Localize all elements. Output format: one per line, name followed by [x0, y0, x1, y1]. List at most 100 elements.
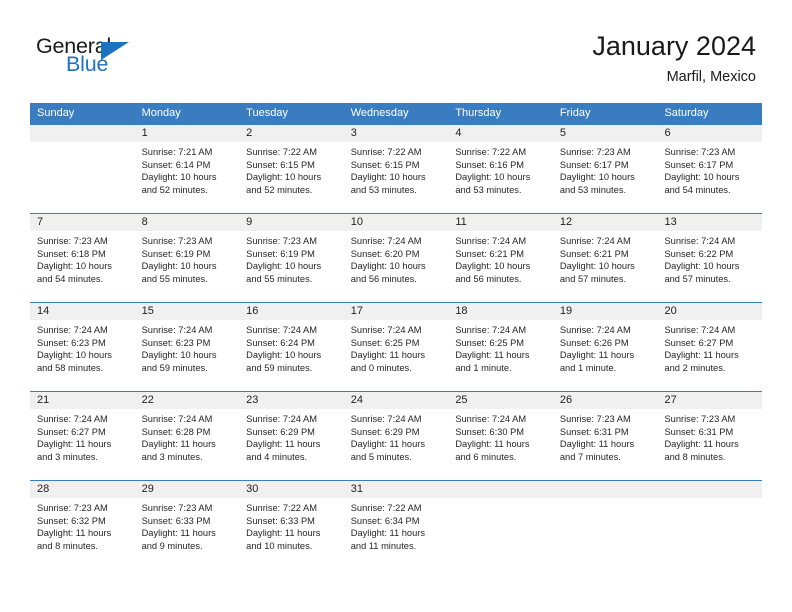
sunset-text: Sunset: 6:16 PM — [455, 159, 525, 170]
day-cell[interactable]: 13 Sunrise: 7:24 AM Sunset: 6:22 PM Dayl… — [657, 214, 763, 302]
daylight-text: Daylight: 11 hours and 9 minutes. — [141, 528, 216, 551]
sunrise-text: Sunrise: 7:22 AM — [455, 147, 527, 157]
sunrise-text: Sunrise: 7:24 AM — [664, 236, 736, 246]
sunset-text: Sunset: 6:32 PM — [37, 515, 106, 526]
day-number: 19 — [552, 303, 658, 320]
sunset-text: Sunset: 6:20 PM — [350, 248, 420, 259]
day-cell[interactable]: 9 Sunrise: 7:23 AM Sunset: 6:19 PM Dayli… — [239, 214, 344, 302]
day-details: Sunrise: 7:24 AM Sunset: 6:20 PM Dayligh… — [344, 231, 449, 285]
day-details: Sunrise: 7:24 AM Sunset: 6:26 PM Dayligh… — [553, 320, 658, 374]
day-cell[interactable]: 30 Sunrise: 7:22 AM Sunset: 6:33 PM Dayl… — [239, 481, 344, 569]
day-details: Sunrise: 7:21 AM Sunset: 6:14 PM Dayligh… — [135, 142, 240, 196]
day-cell[interactable]: 6 Sunrise: 7:23 AM Sunset: 6:17 PM Dayli… — [657, 125, 763, 213]
day-cell[interactable]: 19 Sunrise: 7:24 AM Sunset: 6:26 PM Dayl… — [552, 303, 658, 391]
day-cell[interactable]: 7 Sunrise: 7:23 AM Sunset: 6:18 PM Dayli… — [30, 214, 135, 302]
day-number: 2 — [239, 125, 344, 142]
sunset-text: Sunset: 6:22 PM — [664, 248, 734, 259]
day-cell[interactable]: 20 Sunrise: 7:24 AM Sunset: 6:27 PM Dayl… — [657, 303, 763, 391]
sunset-text: Sunset: 6:17 PM — [664, 159, 734, 170]
day-cell[interactable]: 14 Sunrise: 7:24 AM Sunset: 6:23 PM Dayl… — [30, 303, 135, 391]
week-row: 1 Sunrise: 7:21 AM Sunset: 6:14 PM Dayli… — [30, 124, 763, 213]
day-cell[interactable]: 28 Sunrise: 7:23 AM Sunset: 6:32 PM Dayl… — [30, 481, 135, 569]
daylight-text: Daylight: 11 hours and 10 minutes. — [246, 528, 321, 551]
daylight-text: Daylight: 11 hours and 11 minutes. — [350, 528, 425, 551]
daylight-text: Daylight: 11 hours and 2 minutes. — [664, 350, 739, 373]
daylight-text: Daylight: 10 hours and 58 minutes. — [37, 350, 112, 373]
sunset-text: Sunset: 6:26 PM — [559, 337, 629, 348]
sunset-text: Sunset: 6:30 PM — [455, 426, 525, 437]
day-number: 25 — [448, 392, 553, 409]
day-number: 12 — [552, 214, 658, 231]
daylight-text: Daylight: 10 hours and 59 minutes. — [141, 350, 217, 373]
sunset-text: Sunset: 6:23 PM — [141, 337, 211, 348]
sunset-text: Sunset: 6:28 PM — [141, 426, 211, 437]
day-details: Sunrise: 7:24 AM Sunset: 6:21 PM Dayligh… — [448, 231, 553, 285]
weekday-header-wednesday: Wednesday — [350, 107, 409, 119]
day-cell[interactable]: 17 Sunrise: 7:24 AM Sunset: 6:25 PM Dayl… — [343, 303, 449, 391]
page-header: General Blue January 2024 Marfil, Mexico — [0, 0, 792, 100]
daylight-text: Daylight: 11 hours and 3 minutes. — [37, 439, 112, 462]
sunrise-text: Sunrise: 7:24 AM — [141, 414, 213, 424]
day-details: Sunrise: 7:24 AM Sunset: 6:25 PM Dayligh… — [448, 320, 553, 374]
sunrise-text: Sunrise: 7:24 AM — [246, 325, 317, 335]
sunset-text: Sunset: 6:27 PM — [664, 337, 734, 348]
sunset-text: Sunset: 6:15 PM — [350, 159, 420, 170]
day-cell[interactable]: 4 Sunrise: 7:22 AM Sunset: 6:16 PM Dayli… — [448, 125, 553, 213]
sunrise-text: Sunrise: 7:24 AM — [455, 414, 527, 424]
sunset-text: Sunset: 6:15 PM — [246, 159, 315, 170]
weekday-header-tuesday: Tuesday — [246, 107, 288, 119]
day-cell[interactable]: 25 Sunrise: 7:24 AM Sunset: 6:30 PM Dayl… — [448, 392, 553, 480]
sunrise-text: Sunrise: 7:23 AM — [664, 147, 736, 157]
day-cell — [657, 481, 763, 569]
day-details: Sunrise: 7:24 AM Sunset: 6:28 PM Dayligh… — [135, 409, 240, 463]
day-details: Sunrise: 7:22 AM Sunset: 6:16 PM Dayligh… — [448, 142, 553, 196]
day-cell[interactable]: 26 Sunrise: 7:23 AM Sunset: 6:31 PM Dayl… — [552, 392, 658, 480]
day-cell[interactable]: 24 Sunrise: 7:24 AM Sunset: 6:29 PM Dayl… — [343, 392, 449, 480]
day-number: 31 — [343, 481, 449, 498]
general-blue-logo[interactable]: General Blue — [36, 34, 236, 84]
day-details: Sunrise: 7:24 AM Sunset: 6:29 PM Dayligh… — [239, 409, 344, 463]
day-cell[interactable]: 8 Sunrise: 7:23 AM Sunset: 6:19 PM Dayli… — [134, 214, 240, 302]
day-cell[interactable]: 1 Sunrise: 7:21 AM Sunset: 6:14 PM Dayli… — [134, 125, 240, 213]
day-cell[interactable]: 15 Sunrise: 7:24 AM Sunset: 6:23 PM Dayl… — [134, 303, 240, 391]
day-cell[interactable]: 22 Sunrise: 7:24 AM Sunset: 6:28 PM Dayl… — [134, 392, 240, 480]
sunrise-text: Sunrise: 7:23 AM — [37, 503, 108, 513]
day-details: Sunrise: 7:24 AM Sunset: 6:25 PM Dayligh… — [344, 320, 449, 374]
day-cell[interactable]: 11 Sunrise: 7:24 AM Sunset: 6:21 PM Dayl… — [448, 214, 553, 302]
day-number: 18 — [448, 303, 553, 320]
day-details: Sunrise: 7:24 AM Sunset: 6:22 PM Dayligh… — [657, 231, 762, 285]
day-cell[interactable]: 29 Sunrise: 7:23 AM Sunset: 6:33 PM Dayl… — [134, 481, 240, 569]
weekday-header-thursday: Thursday — [455, 107, 502, 119]
day-cell[interactable]: 18 Sunrise: 7:24 AM Sunset: 6:25 PM Dayl… — [448, 303, 553, 391]
day-number: 30 — [239, 481, 344, 498]
day-number: 4 — [448, 125, 553, 142]
weekday-header-saturday: Saturday — [664, 107, 709, 119]
sunset-text: Sunset: 6:17 PM — [559, 159, 629, 170]
daylight-text: Daylight: 11 hours and 0 minutes. — [350, 350, 425, 373]
sunset-text: Sunset: 6:14 PM — [141, 159, 211, 170]
day-cell[interactable]: 2 Sunrise: 7:22 AM Sunset: 6:15 PM Dayli… — [239, 125, 344, 213]
calendar-page: General Blue January 2024 Marfil, Mexico… — [0, 0, 792, 612]
day-cell[interactable]: 21 Sunrise: 7:24 AM Sunset: 6:27 PM Dayl… — [30, 392, 135, 480]
day-cell[interactable]: 23 Sunrise: 7:24 AM Sunset: 6:29 PM Dayl… — [239, 392, 344, 480]
sunrise-text: Sunrise: 7:24 AM — [37, 414, 108, 424]
day-cell[interactable]: 5 Sunrise: 7:23 AM Sunset: 6:17 PM Dayli… — [552, 125, 658, 213]
day-cell[interactable]: 12 Sunrise: 7:24 AM Sunset: 6:21 PM Dayl… — [552, 214, 658, 302]
day-number: 22 — [134, 392, 240, 409]
day-number: 6 — [657, 125, 763, 142]
day-cell[interactable]: 31 Sunrise: 7:22 AM Sunset: 6:34 PM Dayl… — [343, 481, 449, 569]
day-cell[interactable]: 27 Sunrise: 7:23 AM Sunset: 6:31 PM Dayl… — [657, 392, 763, 480]
daylight-text: Daylight: 10 hours and 53 minutes. — [350, 172, 426, 195]
weekday-header-sunday: Sunday — [37, 107, 75, 119]
day-number: 13 — [657, 214, 763, 231]
sunrise-text: Sunrise: 7:24 AM — [246, 414, 317, 424]
day-number: 8 — [134, 214, 240, 231]
sunset-text: Sunset: 6:33 PM — [246, 515, 315, 526]
sunrise-text: Sunrise: 7:24 AM — [37, 325, 108, 335]
day-cell[interactable]: 3 Sunrise: 7:22 AM Sunset: 6:15 PM Dayli… — [343, 125, 449, 213]
sunset-text: Sunset: 6:31 PM — [559, 426, 629, 437]
day-details: Sunrise: 7:23 AM Sunset: 6:19 PM Dayligh… — [135, 231, 240, 285]
sunset-text: Sunset: 6:21 PM — [559, 248, 629, 259]
day-cell[interactable]: 10 Sunrise: 7:24 AM Sunset: 6:20 PM Dayl… — [343, 214, 449, 302]
day-cell[interactable]: 16 Sunrise: 7:24 AM Sunset: 6:24 PM Dayl… — [239, 303, 344, 391]
